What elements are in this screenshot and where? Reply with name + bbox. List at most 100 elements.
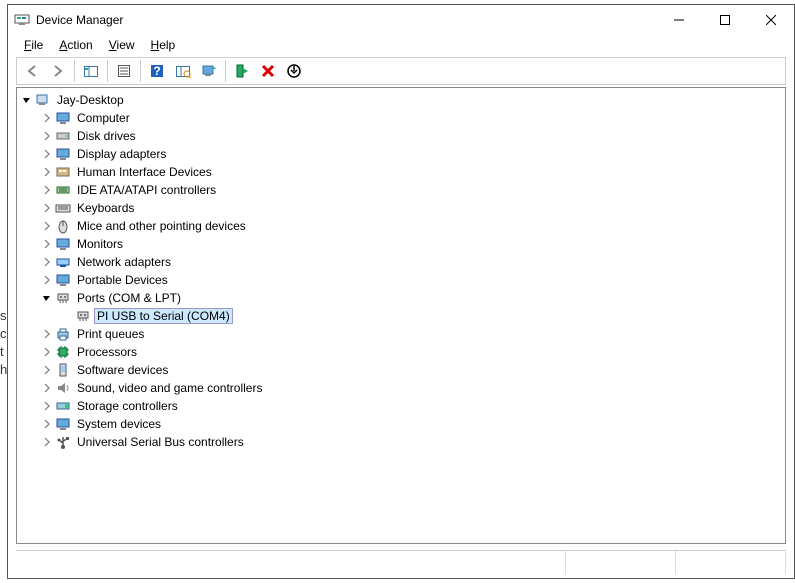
tree-node[interactable]: Computer: [17, 109, 785, 127]
toolbar-separator: [225, 60, 226, 82]
tree-leaf[interactable]: PI USB to Serial (COM4): [17, 307, 785, 325]
device-manager-window: Device Manager File Action View Help ? J…: [7, 4, 795, 579]
tree-node-label: Software devices: [75, 363, 170, 377]
menubar: File Action View Help: [8, 35, 794, 55]
expand-icon[interactable]: [41, 256, 53, 268]
tree-node[interactable]: Ports (COM & LPT): [17, 289, 785, 307]
tree-node[interactable]: Disk drives: [17, 127, 785, 145]
menu-action[interactable]: Action: [53, 37, 98, 53]
collapse-icon[interactable]: [41, 292, 53, 304]
update-driver-button[interactable]: [197, 59, 221, 83]
tree-node[interactable]: Storage controllers: [17, 397, 785, 415]
tree-root-label: Jay-Desktop: [55, 93, 126, 107]
minimize-button[interactable]: [656, 5, 702, 35]
toolbar-separator: [74, 60, 75, 82]
show-hide-tree-button[interactable]: [79, 59, 103, 83]
back-button[interactable]: [20, 59, 44, 83]
tree-node[interactable]: Software devices: [17, 361, 785, 379]
tree-node-label: Ports (COM & LPT): [75, 291, 183, 305]
net-icon: [55, 254, 71, 270]
print-icon: [55, 326, 71, 342]
expand-icon[interactable]: [41, 328, 53, 340]
tree-node[interactable]: Monitors: [17, 235, 785, 253]
tree-node[interactable]: Processors: [17, 343, 785, 361]
window-title: Device Manager: [36, 13, 656, 27]
enable-device-button[interactable]: [230, 59, 254, 83]
help-button[interactable]: ?: [145, 59, 169, 83]
menu-view[interactable]: View: [103, 37, 141, 53]
uninstall-device-button[interactable]: [256, 59, 280, 83]
expand-icon[interactable]: [41, 130, 53, 142]
tree-node[interactable]: IDE ATA/ATAPI controllers: [17, 181, 785, 199]
app-icon: [14, 12, 30, 28]
tree-node[interactable]: Display adapters: [17, 145, 785, 163]
close-button[interactable]: [748, 5, 794, 35]
tree-node[interactable]: Human Interface Devices: [17, 163, 785, 181]
tree-node-label: Keyboards: [75, 201, 136, 215]
tree-node-label: Display adapters: [75, 147, 168, 161]
expand-icon[interactable]: [41, 364, 53, 376]
tree-node-label: Disk drives: [75, 129, 138, 143]
keyboard-icon: [55, 200, 71, 216]
expand-icon[interactable]: [41, 148, 53, 160]
monitor-icon: [55, 110, 71, 126]
tree-node[interactable]: Mice and other pointing devices: [17, 217, 785, 235]
menu-file[interactable]: File: [18, 37, 49, 53]
expand-icon[interactable]: [41, 166, 53, 178]
usb-icon: [55, 434, 71, 450]
menu-action-rest: ction: [67, 38, 92, 52]
scan-hardware-button[interactable]: [171, 59, 195, 83]
tree-node-label: Sound, video and game controllers: [75, 381, 264, 395]
tree-node-label: System devices: [75, 417, 163, 431]
mouse-icon: [55, 218, 71, 234]
port-icon: [75, 308, 91, 324]
svg-text:?: ?: [153, 64, 160, 78]
tree-node[interactable]: Network adapters: [17, 253, 785, 271]
collapse-icon[interactable]: [21, 94, 33, 106]
tree-node[interactable]: System devices: [17, 415, 785, 433]
toolbar-separator: [107, 60, 108, 82]
expand-icon[interactable]: [41, 400, 53, 412]
expand-icon[interactable]: [41, 238, 53, 250]
tree-root[interactable]: Jay-Desktop: [17, 91, 785, 109]
expand-icon[interactable]: [41, 382, 53, 394]
expand-icon[interactable]: [41, 112, 53, 124]
expand-icon[interactable]: [41, 274, 53, 286]
toolbar: ?: [16, 57, 786, 85]
tree-node-label: Portable Devices: [75, 273, 170, 287]
expand-icon[interactable]: [41, 346, 53, 358]
soft-icon: [55, 362, 71, 378]
monitor-icon: [55, 416, 71, 432]
tree-node[interactable]: Sound, video and game controllers: [17, 379, 785, 397]
device-tree[interactable]: Jay-Desktop Computer Disk drives Display ad…: [16, 87, 786, 544]
expand-icon[interactable]: [41, 202, 53, 214]
forward-button[interactable]: [46, 59, 70, 83]
monitor-icon: [55, 146, 71, 162]
computer-icon: [35, 92, 51, 108]
tree-node[interactable]: Keyboards: [17, 199, 785, 217]
drive-icon: [55, 128, 71, 144]
expand-icon[interactable]: [41, 436, 53, 448]
expand-icon[interactable]: [41, 184, 53, 196]
hid-icon: [55, 164, 71, 180]
menu-file-rest: ile: [31, 38, 43, 52]
expand-icon[interactable]: [41, 220, 53, 232]
maximize-button[interactable]: [702, 5, 748, 35]
tree-node[interactable]: Print queues: [17, 325, 785, 343]
tree-spacer: [61, 310, 73, 322]
port-icon: [55, 290, 71, 306]
tree-node-label: Monitors: [75, 237, 125, 251]
expand-icon[interactable]: [41, 418, 53, 430]
background-page-fragment: s c t h: [0, 307, 7, 379]
sound-icon: [55, 380, 71, 396]
tree-node-label: Processors: [75, 345, 139, 359]
tree-node[interactable]: Universal Serial Bus controllers: [17, 433, 785, 451]
storage-icon: [55, 398, 71, 414]
properties-button[interactable]: [112, 59, 136, 83]
tree-node-label: Human Interface Devices: [75, 165, 214, 179]
menu-help[interactable]: Help: [145, 37, 182, 53]
menu-view-rest: iew: [117, 38, 135, 52]
tree-node[interactable]: Portable Devices: [17, 271, 785, 289]
disable-device-button[interactable]: [282, 59, 306, 83]
tree-node-label: Print queues: [75, 327, 146, 341]
